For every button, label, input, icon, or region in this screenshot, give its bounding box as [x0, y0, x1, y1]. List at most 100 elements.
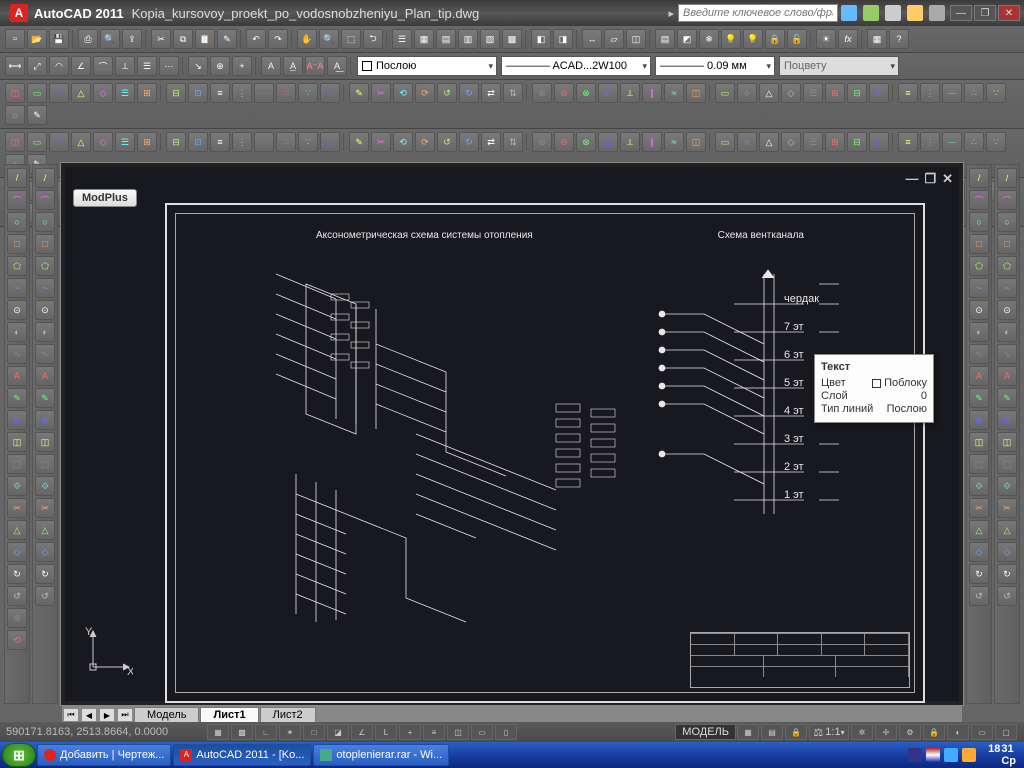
inquiry-btn-9[interactable]: A — [997, 366, 1017, 386]
tb4-btn-17[interactable]: ⟲ — [393, 132, 413, 152]
tb4-btn-37[interactable]: ⊟ — [847, 132, 867, 152]
doc-restore-button[interactable]: ❐ — [924, 171, 936, 187]
draw-btn-12[interactable]: ◫ — [7, 432, 27, 452]
tb4-btn-28[interactable]: ∥ — [642, 132, 662, 152]
measure-area-button[interactable]: ▱ — [604, 29, 624, 49]
modify-btn-4[interactable]: ⬠ — [35, 256, 55, 276]
draw-btn-19[interactable]: ↺ — [7, 586, 27, 606]
render-button[interactable]: ☀ — [816, 29, 836, 49]
modify-btn-17[interactable]: ◇ — [35, 542, 55, 562]
inquiry-btn-14[interactable]: ⟐ — [997, 476, 1017, 496]
qp-toggle[interactable]: ▭ — [471, 724, 493, 740]
tb3-btn-35[interactable]: ☰ — [803, 83, 823, 103]
view-btn-15[interactable]: ✂ — [969, 498, 989, 518]
tb4-btn-43[interactable]: ∵ — [986, 132, 1006, 152]
tray-volume-icon[interactable] — [944, 748, 958, 762]
close-button[interactable]: ✕ — [998, 5, 1020, 21]
view-btn-18[interactable]: ↻ — [969, 564, 989, 584]
view-btn-3[interactable]: □ — [969, 234, 989, 254]
tb4-btn-9[interactable]: ≡ — [210, 132, 230, 152]
tb4-btn-24[interactable]: ⊖ — [554, 132, 574, 152]
tab-nav-first[interactable]: ⏮ — [63, 708, 79, 722]
tb3-btn-11[interactable]: ⋯ — [254, 83, 274, 103]
modify-btn-19[interactable]: ↺ — [35, 586, 55, 606]
tb4-btn-0[interactable]: ◫ — [5, 132, 25, 152]
layer-color-dropdown[interactable]: Послою — [357, 56, 497, 76]
tb3-btn-9[interactable]: ≡ — [210, 83, 230, 103]
taskbar-item-winrar[interactable]: otoplenierar.rar - Wi... — [313, 744, 449, 766]
pan-button[interactable]: ✋ — [297, 29, 317, 49]
draw-btn-9[interactable]: A — [7, 366, 27, 386]
tolerance-button[interactable]: ⊕ — [210, 56, 230, 76]
text-style-btn[interactable]: A͟ — [327, 56, 347, 76]
tb4-btn-16[interactable]: ✂ — [371, 132, 391, 152]
tb3-btn-12[interactable]: ∴ — [276, 83, 296, 103]
dim-aligned-button[interactable]: ⤢ — [27, 56, 47, 76]
tb4-btn-15[interactable]: ✎ — [349, 132, 369, 152]
tb4-btn-14[interactable]: ⌂ — [320, 132, 340, 152]
subscription-icon[interactable] — [863, 5, 879, 21]
zoom-prev-button[interactable]: ⮌ — [363, 29, 383, 49]
inquiry-btn-3[interactable]: □ — [997, 234, 1017, 254]
view-btn-2[interactable]: ○ — [969, 212, 989, 232]
tab-nav-prev[interactable]: ◀ — [81, 708, 97, 722]
tab-sheet2[interactable]: Лист2 — [260, 707, 316, 723]
tb3-btn-3[interactable]: △ — [71, 83, 91, 103]
calendar-button[interactable]: ▦ — [867, 29, 887, 49]
view-btn-16[interactable]: △ — [969, 520, 989, 540]
inquiry-btn-2[interactable]: ○ — [997, 212, 1017, 232]
otrack-toggle[interactable]: ∠ — [351, 724, 373, 740]
tab-model[interactable]: Модель — [134, 707, 199, 723]
draw-btn-14[interactable]: ⟐ — [7, 476, 27, 496]
tool-palette-button[interactable]: ▤ — [436, 29, 456, 49]
tb3-btn-39[interactable]: ≡ — [898, 83, 918, 103]
lineweight-dropdown[interactable]: ———— 0.09 мм — [655, 56, 775, 76]
modify-btn-0[interactable]: / — [35, 168, 55, 188]
plotstyle-dropdown[interactable]: Поцвету — [779, 56, 899, 76]
zoom-button[interactable]: 🔍 — [319, 29, 339, 49]
tb4-btn-11[interactable]: ⋯ — [254, 132, 274, 152]
taskbar-item-yandex[interactable]: Добавить | Чертеж... — [37, 744, 171, 766]
tb3-btn-37[interactable]: ⊟ — [847, 83, 867, 103]
doc-minimize-button[interactable]: — — [905, 171, 918, 187]
draw-btn-21[interactable]: ⟲ — [7, 630, 27, 650]
tb3-btn-21[interactable]: ⇄ — [481, 83, 501, 103]
ortho-toggle[interactable]: ∟ — [255, 724, 277, 740]
dim-baseline-button[interactable]: ☰ — [137, 56, 157, 76]
tb3-btn-29[interactable]: ≈ — [664, 83, 684, 103]
inquiry-btn-0[interactable]: / — [997, 168, 1017, 188]
tb3-btn-42[interactable]: ∴ — [964, 83, 984, 103]
tb4-btn-2[interactable]: ○ — [49, 132, 69, 152]
dim-angular-button[interactable]: ∠ — [71, 56, 91, 76]
modify-btn-15[interactable]: ✂ — [35, 498, 55, 518]
tb3-btn-1[interactable]: ▭ — [27, 83, 47, 103]
doc-close-button[interactable]: ✕ — [942, 171, 953, 187]
text-mtext-button[interactable]: A — [261, 56, 281, 76]
draw-btn-16[interactable]: △ — [7, 520, 27, 540]
tb3-btn-0[interactable]: ◫ — [5, 83, 25, 103]
draw-btn-10[interactable]: ✎ — [7, 388, 27, 408]
leader-button[interactable]: ↘ — [188, 56, 208, 76]
drawing-canvas[interactable]: — ❐ ✕ ModPlus Аксонометрическая схема си… — [65, 167, 959, 701]
modify-btn-16[interactable]: △ — [35, 520, 55, 540]
tb4-btn-35[interactable]: ☰ — [803, 132, 823, 152]
tb4-btn-4[interactable]: ◇ — [93, 132, 113, 152]
tb3-btn-32[interactable]: ○ — [737, 83, 757, 103]
tb4-btn-6[interactable]: ⊞ — [137, 132, 157, 152]
cleanscreen-button[interactable]: ▢ — [995, 724, 1017, 740]
tray-shield-icon[interactable] — [962, 748, 976, 762]
view-btn-0[interactable]: / — [969, 168, 989, 188]
tb3-btn-15[interactable]: ✎ — [349, 83, 369, 103]
dim-arc-button[interactable]: ⌒ — [93, 56, 113, 76]
linetype-dropdown[interactable]: ———— ACAD...2W100 — [501, 56, 651, 76]
inquiry-btn-16[interactable]: △ — [997, 520, 1017, 540]
tb4-btn-31[interactable]: ▭ — [715, 132, 735, 152]
infocenter-arrow-icon[interactable]: ▸ — [668, 7, 674, 20]
layer-lock-button[interactable]: 🔒 — [765, 29, 785, 49]
view-btn-13[interactable]: ⬚ — [969, 454, 989, 474]
tb3-btn-40[interactable]: ⋮ — [920, 83, 940, 103]
inquiry-btn-1[interactable]: ⌒ — [997, 190, 1017, 210]
inquiry-btn-7[interactable]: ◐ — [997, 322, 1017, 342]
dim-ordinate-button[interactable]: ⊥ — [115, 56, 135, 76]
coordinates-display[interactable]: 590171.8163, 2513.8664, 0.0000 — [6, 726, 206, 738]
